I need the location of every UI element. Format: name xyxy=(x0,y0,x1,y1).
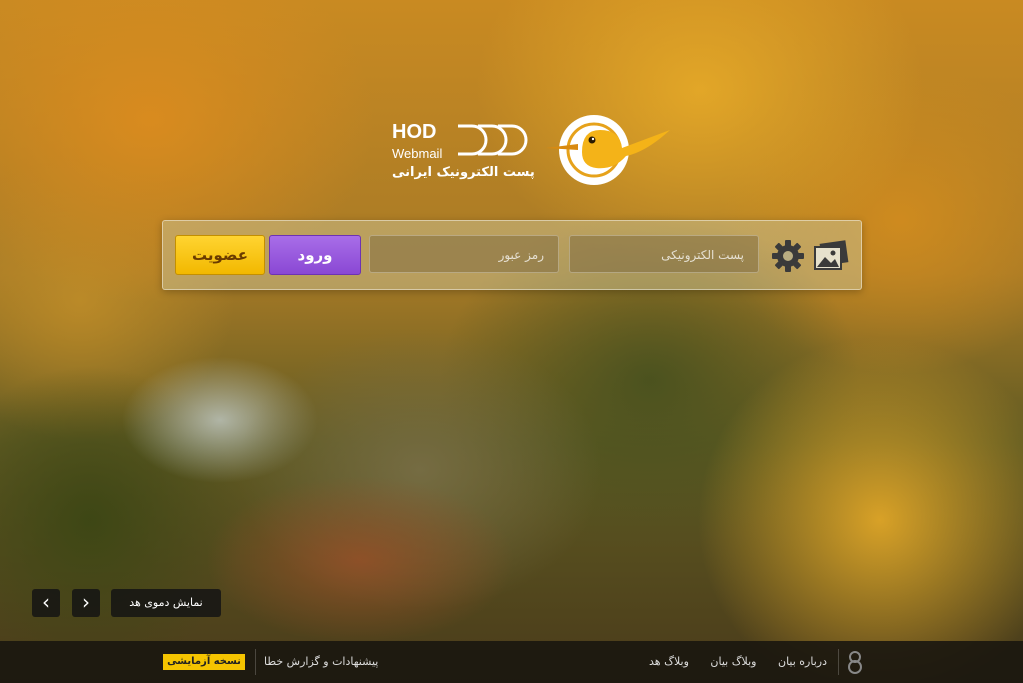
gear-icon[interactable] xyxy=(771,239,805,273)
footer-link-bayan-blog[interactable]: وبلاگ بیان xyxy=(710,655,756,668)
slideshow-prev-button[interactable]: ‹ xyxy=(32,589,60,617)
slideshow-next-button[interactable]: › xyxy=(72,589,100,617)
login-button[interactable]: ورود xyxy=(269,235,361,275)
footer: نسخه آزمایشی پیشنهادات و گزارش خطا دربار… xyxy=(0,641,1023,683)
login-bar: عضویت ورود رمز عبور پست الکترونیکی xyxy=(162,220,862,290)
demo-button[interactable]: نمایش دموی هد xyxy=(111,589,221,617)
footer-divider-2 xyxy=(838,649,839,675)
wallpaper-icon[interactable] xyxy=(813,239,849,273)
footer-logo-icon xyxy=(848,651,862,674)
register-button[interactable]: عضویت xyxy=(175,235,265,275)
chevron-left-icon: ‹ xyxy=(42,590,50,614)
footer-link-about[interactable]: درباره بیان xyxy=(778,655,827,668)
logo-tagline: پست الکترونیک ایرانی xyxy=(392,165,535,180)
email-input[interactable]: پست الکترونیکی xyxy=(569,235,759,273)
hod-logo: HOD Webmail پست الکترونیک ایرانی xyxy=(392,112,672,188)
footer-divider xyxy=(255,649,256,675)
password-input[interactable]: رمز عبور xyxy=(369,235,559,273)
chevron-right-icon: › xyxy=(82,590,90,614)
footer-link-hod-blog[interactable]: وبلاگ هد xyxy=(649,655,689,668)
bird-logo-icon xyxy=(546,115,670,185)
hod-mark-icon xyxy=(458,124,528,156)
feedback-link[interactable]: پیشنهادات و گزارش خطا xyxy=(264,654,378,670)
footer-links: درباره بیان وبلاگ بیان وبلاگ هد xyxy=(631,654,827,670)
beta-badge: نسخه آزمایشی xyxy=(163,654,245,670)
